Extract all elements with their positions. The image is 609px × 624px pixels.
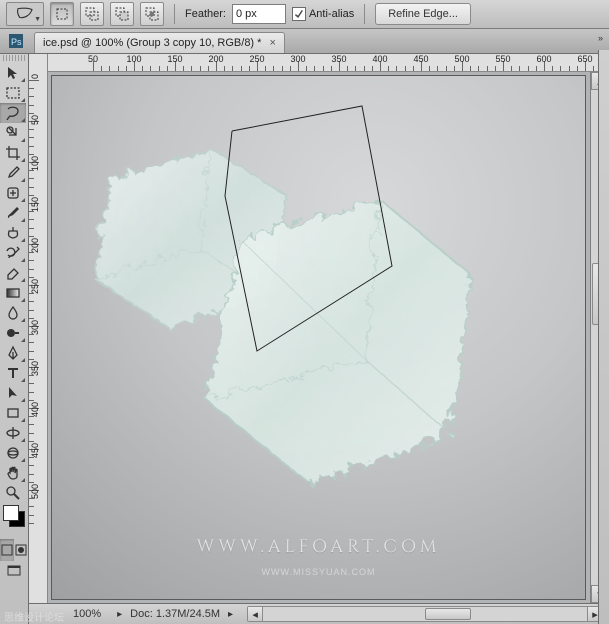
document-tab-title: ice.psd @ 100% (Group 3 copy 10, RGB/8) … [43, 37, 261, 49]
color-swatches[interactable] [0, 503, 28, 539]
right-panel-strip[interactable] [598, 50, 609, 624]
type-tool[interactable] [0, 363, 26, 383]
ice-cube-front [182, 181, 482, 491]
path-selection-tool[interactable] [0, 383, 26, 403]
dodge-tool[interactable] [0, 323, 26, 343]
chevron-down-icon: ▼ [34, 16, 41, 23]
shape-tool[interactable] [0, 403, 26, 423]
status-bar: 100% ▸ Doc: 1.37M/24.5M ▸ ◂ ▸ [29, 603, 609, 624]
history-brush-tool[interactable] [0, 243, 26, 263]
status-doc-info: Doc: 1.37M/24.5M [130, 608, 220, 620]
divider [364, 4, 365, 24]
feather-value: 0 px [236, 8, 257, 20]
vertical-ruler[interactable]: 050100150200250300350400450500 [29, 72, 48, 603]
new-selection-button[interactable] [50, 2, 74, 26]
tool-preset-picker[interactable]: ▼ [6, 2, 44, 26]
lasso-tool[interactable] [0, 103, 26, 123]
horizontal-ruler[interactable]: 50100150200250300350400450500550600650 [48, 54, 609, 72]
screen-mode-button[interactable] [0, 561, 28, 581]
anti-alias-label: Anti-alias [309, 8, 354, 20]
tools-grip[interactable] [3, 55, 25, 61]
watermark-secondary: WWW.MISSYUAN.COM [52, 567, 585, 577]
zoom-chevron-icon[interactable]: ▸ [117, 609, 122, 620]
scroll-left-button[interactable]: ◂ [248, 607, 263, 621]
refine-edge-label: Refine Edge... [388, 8, 458, 20]
divider [174, 4, 175, 24]
quick-selection-tool[interactable] [0, 123, 26, 143]
svg-text:Ps: Ps [11, 37, 22, 47]
add-to-selection-button[interactable] [80, 2, 104, 26]
eraser-tool[interactable] [0, 263, 26, 283]
3d-rotate-tool[interactable] [0, 423, 26, 443]
subtract-selection-button[interactable] [110, 2, 134, 26]
photoshop-doc-icon: Ps [8, 33, 24, 49]
watermark-main: WWW.ALFOART.COM [52, 534, 585, 559]
corner-brand: 思维设计论坛 [4, 609, 64, 624]
tools-panel [0, 54, 29, 624]
pen-tool[interactable] [0, 343, 26, 363]
refine-edge-button[interactable]: Refine Edge... [375, 3, 471, 25]
canvas-viewport[interactable]: WWW.ALFOART.COM WWW.MISSYUAN.COM ▴ ▾ [48, 72, 609, 603]
clone-stamp-tool[interactable] [0, 223, 26, 243]
3d-orbit-tool[interactable] [0, 443, 26, 463]
close-tab-icon[interactable]: × [267, 37, 277, 49]
quick-mask-button[interactable] [14, 539, 28, 561]
ruler-origin[interactable] [29, 54, 48, 73]
hscroll-thumb[interactable] [425, 608, 471, 620]
rect-marquee-tool[interactable] [0, 83, 26, 103]
gradient-tool[interactable] [0, 283, 26, 303]
foreground-color-swatch[interactable] [3, 505, 19, 521]
hand-tool[interactable] [0, 463, 26, 483]
standard-mode-button[interactable] [0, 539, 14, 561]
crop-tool[interactable] [0, 143, 26, 163]
docinfo-chevron-icon[interactable]: ▸ [228, 609, 233, 620]
eyedropper-tool[interactable] [0, 163, 26, 183]
document-tab[interactable]: ice.psd @ 100% (Group 3 copy 10, RGB/8) … [34, 32, 285, 53]
brush-tool[interactable] [0, 203, 26, 223]
document-canvas[interactable]: WWW.ALFOART.COM WWW.MISSYUAN.COM [52, 76, 585, 599]
intersect-selection-button[interactable] [140, 2, 164, 26]
feather-input[interactable]: 0 px [232, 4, 286, 24]
checkbox-box [292, 7, 306, 21]
horizontal-scrollbar[interactable]: ◂ ▸ [247, 606, 603, 622]
blur-tool[interactable] [0, 303, 26, 323]
tab-overflow-button[interactable]: » [598, 33, 603, 43]
healing-brush-tool[interactable] [0, 183, 26, 203]
anti-alias-checkbox[interactable]: Anti-alias [292, 7, 354, 21]
zoom-tool[interactable] [0, 483, 26, 503]
feather-label: Feather: [185, 8, 226, 20]
move-tool[interactable] [0, 63, 26, 83]
hscroll-track[interactable] [263, 607, 587, 621]
